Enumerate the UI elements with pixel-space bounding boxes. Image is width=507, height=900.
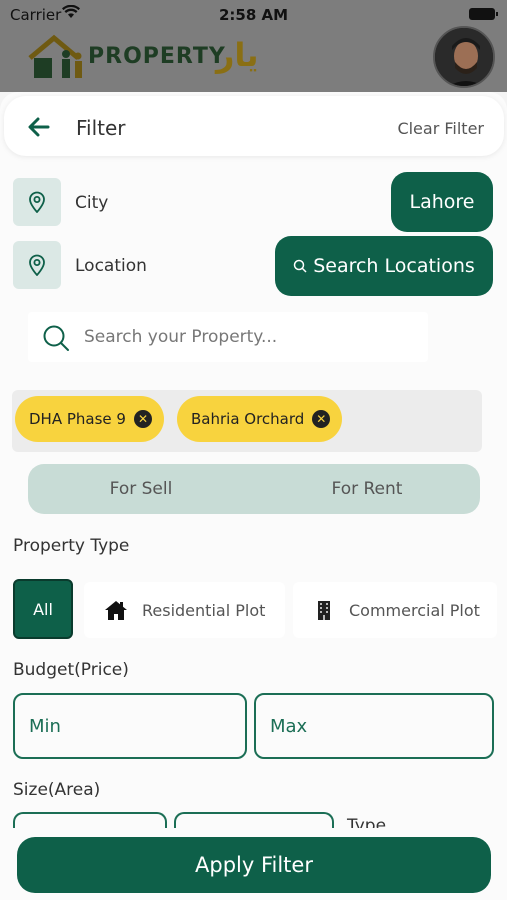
page-title: Filter	[76, 116, 126, 140]
back-arrow-icon[interactable]	[26, 114, 52, 140]
purpose-toggle: For Sell For Rent	[28, 464, 480, 514]
location-label: Location	[75, 256, 147, 276]
city-label: City	[75, 193, 109, 213]
selected-locations: DHA Phase 9 ✕ Bahria Orchard ✕	[12, 390, 482, 452]
house-icon	[104, 599, 128, 621]
filter-sheet: Filter Clear Filter City Lahore Location…	[0, 92, 507, 900]
apply-filter-label: Apply Filter	[195, 853, 313, 877]
tab-for-sell[interactable]: For Sell	[28, 464, 254, 514]
status-time: 2:58 AM	[218, 6, 289, 24]
property-type-residential-label: Residential Plot	[142, 600, 266, 620]
budget-max-input[interactable]	[256, 695, 492, 757]
search-locations-label: Search Locations	[313, 255, 475, 277]
search-icon	[42, 324, 70, 356]
location-pin-icon	[13, 241, 61, 289]
property-type-heading: Property Type	[13, 536, 130, 556]
property-type-all-label: All	[33, 599, 53, 619]
search-locations-button[interactable]: Search Locations	[275, 236, 493, 296]
property-type-commercial-label: Commercial Plot	[349, 600, 480, 620]
remove-chip-icon[interactable]: ✕	[133, 410, 152, 428]
property-search-box[interactable]	[28, 312, 428, 362]
location-chip-label: Bahria Orchard	[191, 410, 305, 428]
property-search-input[interactable]	[84, 322, 414, 352]
location-chip-label: DHA Phase 9	[29, 410, 126, 428]
budget-heading: Budget(Price)	[13, 660, 129, 680]
budget-max-field[interactable]	[254, 693, 494, 759]
avatar[interactable]	[433, 26, 495, 88]
status-bar: Carrier 2:58 AM	[0, 0, 507, 28]
size-heading: Size(Area)	[13, 780, 101, 800]
house-logo-icon	[28, 34, 82, 78]
filter-header: Filter Clear Filter	[4, 96, 504, 156]
profile-photo	[435, 28, 493, 86]
bottom-bar: Apply Filter	[0, 828, 507, 900]
property-type-residential[interactable]: Residential Plot	[84, 582, 285, 638]
remove-chip-icon[interactable]: ✕	[312, 410, 331, 428]
city-select-button[interactable]: Lahore	[391, 172, 493, 232]
city-pin-icon	[13, 178, 61, 226]
city-value: Lahore	[409, 191, 475, 213]
budget-min-field[interactable]	[13, 693, 247, 759]
property-type-commercial[interactable]: Commercial Plot	[293, 582, 497, 638]
tab-for-rent[interactable]: For Rent	[254, 464, 480, 514]
building-icon	[315, 599, 333, 621]
clear-filter-button[interactable]: Clear Filter	[397, 119, 484, 138]
budget-min-input[interactable]	[15, 695, 245, 757]
location-chip[interactable]: Bahria Orchard ✕	[177, 396, 343, 442]
battery-icon	[469, 8, 498, 20]
search-icon	[293, 259, 307, 273]
app-logo: PROPERTY یار	[26, 34, 258, 84]
apply-filter-button[interactable]: Apply Filter	[17, 837, 491, 893]
app-header: Carrier 2:58 AM PROPERTY یار	[0, 0, 507, 92]
logo-text: PROPERTY	[88, 44, 226, 69]
logo-urdu-text: یار	[216, 36, 259, 74]
property-type-all[interactable]: All	[13, 579, 73, 639]
location-chip[interactable]: DHA Phase 9 ✕	[15, 396, 164, 442]
